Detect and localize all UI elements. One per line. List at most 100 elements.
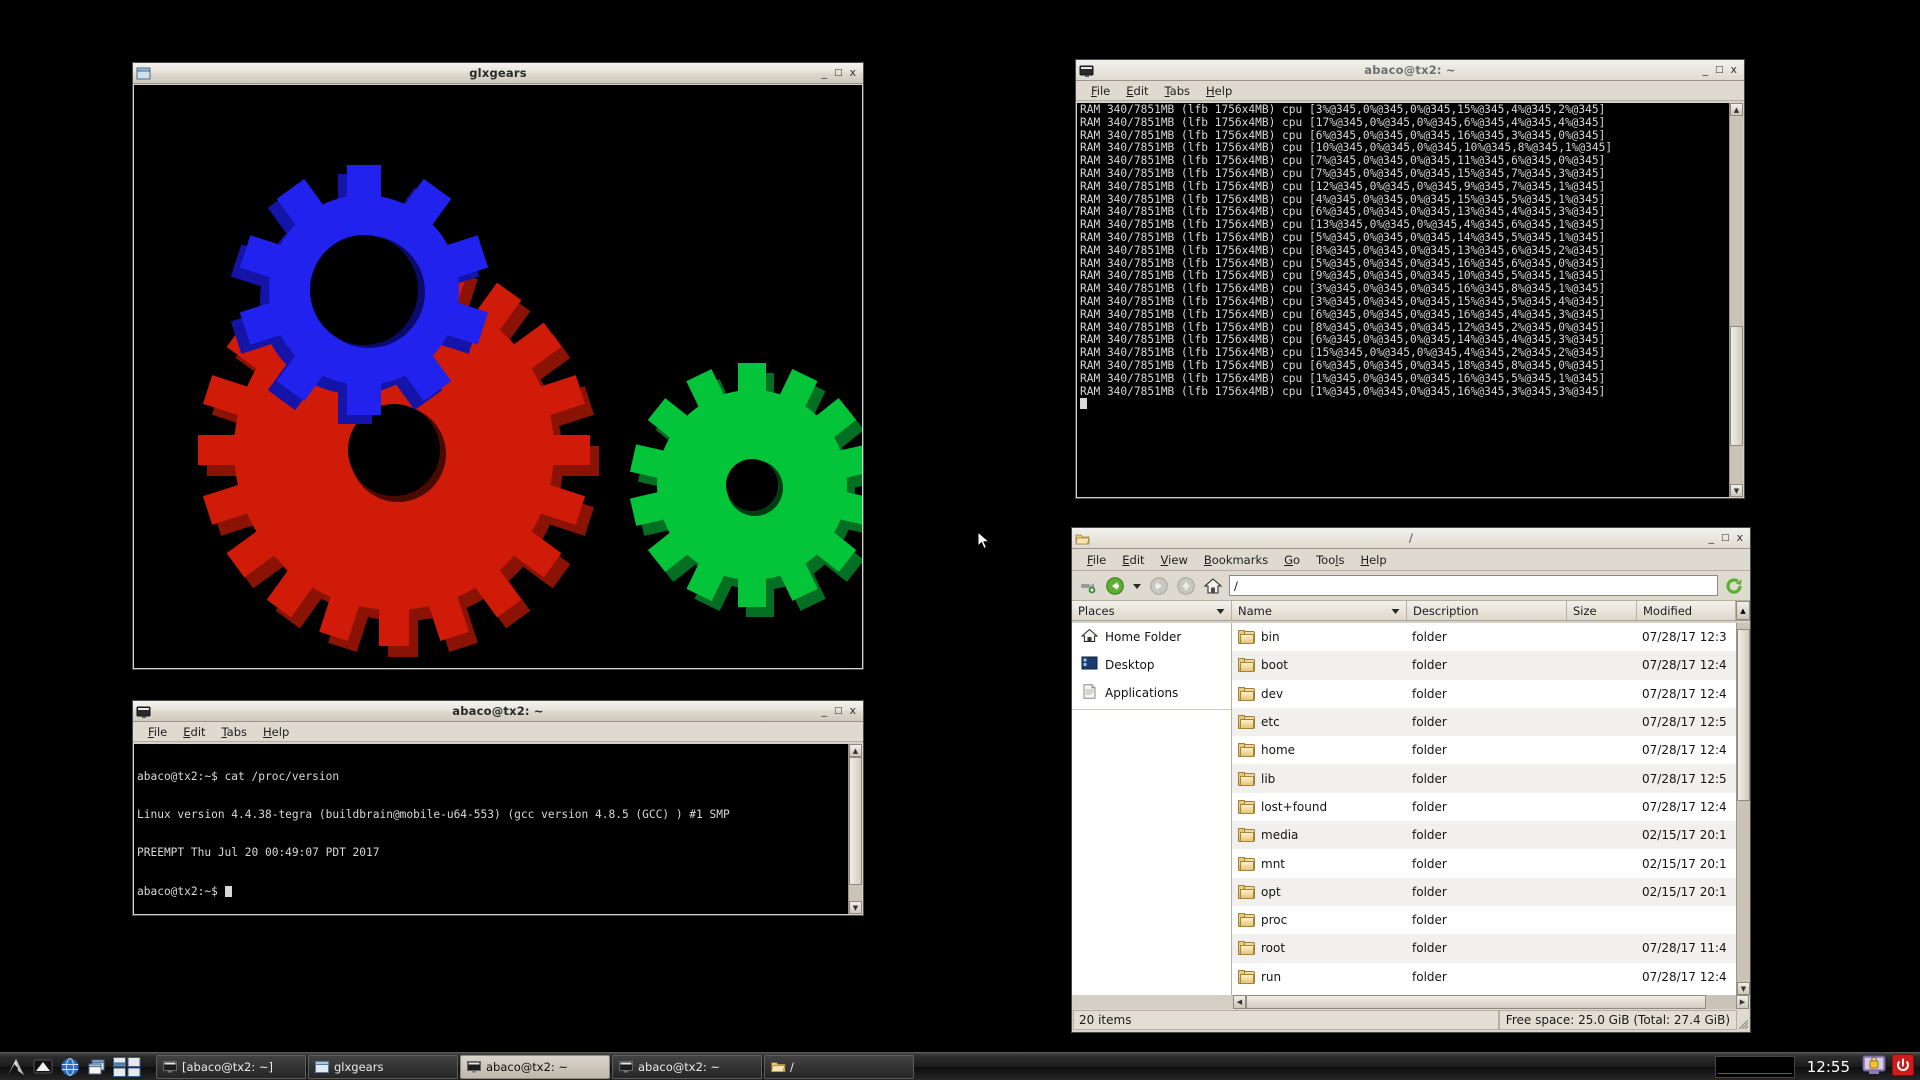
file-list[interactable]: bin folder 07/28/17 12:3 boot folder 07/28/17… [1232, 623, 1736, 995]
scroll-up-button[interactable]: ▲ [1736, 601, 1750, 620]
menu-tools[interactable]: Tools [1309, 551, 1351, 569]
close-button[interactable]: x [849, 705, 856, 716]
taskbar-button[interactable]: / [764, 1054, 914, 1079]
menu-file[interactable]: File [1080, 551, 1113, 569]
file-list-scrollbar[interactable]: ▼ [1736, 623, 1750, 995]
taskbar-button[interactable]: abaco@tx2: ~ [460, 1054, 610, 1079]
file-manager-window-buttons[interactable]: _ □ x [1708, 532, 1747, 543]
terminal-top-scrollbar[interactable]: ▲ ▼ [1729, 103, 1743, 497]
glxgears-canvas[interactable] [134, 85, 862, 668]
table-row[interactable]: root folder 07/28/17 11:4 [1232, 934, 1736, 963]
scroll-track[interactable] [849, 757, 862, 901]
menu-go[interactable]: Go [1277, 551, 1307, 569]
file-name-cell[interactable]: etc [1232, 715, 1407, 730]
menu-edit[interactable]: Edit [1115, 551, 1151, 569]
chevron-down-icon[interactable] [1216, 604, 1225, 618]
maximize-button[interactable]: □ [1721, 533, 1730, 543]
sidebar-item-desktop[interactable]: Desktop [1072, 651, 1231, 679]
scroll-thumb[interactable] [1737, 629, 1750, 801]
menu-edit[interactable]: Edit [1119, 82, 1155, 100]
hscroll-right-button[interactable]: ▶ [1736, 995, 1749, 1009]
glxgears-titlebar[interactable]: glxgears _ □ x [133, 63, 863, 84]
column-header-size[interactable]: Size [1567, 601, 1637, 620]
task-list[interactable]: [abaco@tx2: ~] glxgears abaco@tx2: ~ abaco@… [146, 1054, 1715, 1079]
file-list-hscrollbar[interactable]: ◀ ▶ [1073, 995, 1749, 1009]
table-row[interactable]: etc folder 07/28/17 12:5 [1232, 707, 1736, 737]
table-row[interactable]: run folder 07/28/17 12:4 [1232, 963, 1736, 991]
file-name-cell[interactable]: run [1232, 969, 1407, 984]
file-name-cell[interactable]: mnt [1232, 856, 1407, 871]
sidebar-item-applications[interactable]: Applications [1072, 679, 1231, 707]
table-row[interactable]: opt folder 02/15/17 20:1 [1232, 877, 1736, 906]
taskbar-button[interactable]: abaco@tx2: ~ [612, 1054, 762, 1079]
terminal-bottom-window-buttons[interactable]: _ □ x [821, 705, 860, 716]
table-row[interactable]: boot folder 07/28/17 12:4 [1232, 651, 1736, 680]
menu-file[interactable]: FFileile [141, 723, 174, 741]
menu-bookmarks[interactable]: Bookmarks [1197, 551, 1275, 569]
scroll-thumb[interactable] [849, 757, 862, 885]
taskbar[interactable]: [abaco@tx2: ~] glxgears abaco@tx2: ~ abaco@… [0, 1052, 1920, 1080]
scroll-up-button[interactable]: ▲ [1730, 103, 1743, 116]
places-header[interactable]: Places [1072, 601, 1232, 620]
launcher-group[interactable] [0, 1053, 146, 1080]
maximize-button[interactable]: □ [1715, 65, 1724, 75]
maximize-button[interactable]: □ [834, 706, 843, 716]
file-manager-menubar[interactable]: File Edit View Bookmarks Go Tools Help [1072, 549, 1750, 571]
clock[interactable]: 12:55 [1801, 1058, 1856, 1076]
web-browser-icon[interactable] [58, 1055, 82, 1079]
hscroll-track[interactable] [1246, 995, 1736, 1009]
terminal-bottom-window[interactable]: abaco@tx2: ~ _ □ x FFileile Edit Tabs He… [132, 700, 864, 916]
file-name-cell[interactable]: root [1232, 941, 1407, 956]
workspace-switcher-icon[interactable] [112, 1055, 142, 1079]
hscroll-left-button[interactable]: ◀ [1233, 995, 1246, 1009]
menu-tabs[interactable]: Tabs [1158, 82, 1197, 100]
scroll-down-button[interactable]: ▼ [1737, 982, 1750, 995]
menu-tabs[interactable]: Tabs [215, 723, 254, 741]
table-row[interactable]: proc folder [1232, 906, 1736, 934]
hscroll-thumb[interactable] [1246, 995, 1706, 1009]
terminal-top-body[interactable]: RAM 340/7851MB (lfb 1756x4MB) cpu [3%@34… [1077, 103, 1743, 497]
file-name-cell[interactable]: media [1232, 828, 1407, 843]
path-input[interactable]: / [1229, 575, 1718, 596]
menu-edit[interactable]: Edit [176, 723, 212, 741]
lock-screen-icon[interactable] [1862, 1054, 1886, 1080]
terminal-icon[interactable] [31, 1055, 55, 1079]
back-icon[interactable] [1104, 575, 1126, 597]
column-header-description[interactable]: Description [1407, 601, 1567, 620]
window-list-icon[interactable] [85, 1055, 109, 1079]
close-button[interactable]: x [849, 67, 856, 78]
file-name-cell[interactable]: boot [1232, 658, 1407, 673]
home-icon[interactable] [1202, 575, 1224, 597]
file-name-cell[interactable]: lib [1232, 771, 1407, 786]
scroll-track[interactable] [1730, 116, 1743, 484]
terminal-bottom-body[interactable]: abaco@tx2:~$ cat /proc/version Linux ver… [134, 744, 862, 914]
file-name-cell[interactable]: dev [1232, 686, 1407, 701]
maximize-button[interactable]: □ [834, 68, 843, 78]
menu-file[interactable]: File [1084, 82, 1117, 100]
power-icon[interactable] [1892, 1053, 1914, 1080]
menu-help[interactable]: Help [1199, 82, 1239, 100]
table-row[interactable]: media folder 02/15/17 20:1 [1232, 821, 1736, 850]
table-row[interactable]: lib folder 07/28/17 12:5 [1232, 764, 1736, 793]
history-dropdown-icon[interactable] [1131, 575, 1143, 597]
system-tray[interactable]: 12:55 [1714, 1053, 1920, 1080]
column-header-modified[interactable]: Modified [1637, 601, 1736, 620]
file-manager-titlebar[interactable]: / _ □ x [1072, 528, 1750, 549]
file-manager-column-headers[interactable]: Places Name Description Size Modified ▲ [1072, 601, 1750, 621]
sidebar-item-home-folder[interactable]: Home Folder [1072, 623, 1231, 651]
terminal-top-window[interactable]: abaco@tx2: ~ _ □ x File Edit Tabs Help R… [1075, 59, 1745, 499]
file-name-cell[interactable]: lost+found [1232, 799, 1407, 814]
terminal-top-window-buttons[interactable]: _ □ x [1702, 64, 1741, 75]
taskbar-button[interactable]: [abaco@tx2: ~] [156, 1054, 306, 1079]
glxgears-window[interactable]: glxgears _ □ x [132, 62, 864, 670]
minimize-button[interactable]: _ [1708, 532, 1714, 543]
terminal-bottom-titlebar[interactable]: abaco@tx2: ~ _ □ x [133, 701, 863, 722]
file-name-cell[interactable]: bin [1232, 630, 1407, 645]
chevron-down-icon[interactable] [1391, 604, 1400, 618]
file-name-cell[interactable]: proc [1232, 913, 1407, 928]
table-row[interactable]: mnt folder 02/15/17 20:1 [1232, 849, 1736, 877]
scroll-track[interactable] [1737, 623, 1750, 982]
menu-help[interactable]: Help [1353, 551, 1393, 569]
table-row[interactable]: home folder 07/28/17 12:4 [1232, 736, 1736, 764]
scroll-up-button[interactable]: ▲ [849, 744, 862, 757]
